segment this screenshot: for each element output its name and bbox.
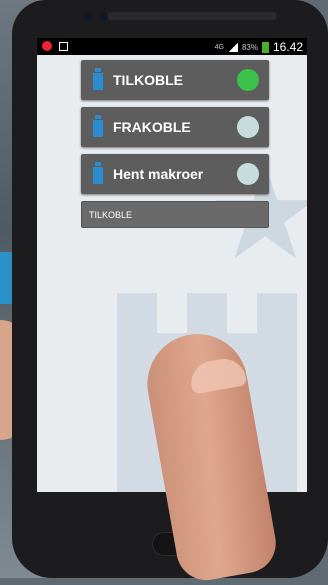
battery-icon [93,68,103,90]
disconnect-button-label: FRAKOBLE [113,119,191,135]
network-type: 4G [214,43,224,51]
fetch-macros-button[interactable]: Hent makroer [81,154,269,194]
fetch-macros-status-led [237,163,259,185]
fetch-macros-button-label: Hent makroer [113,166,204,182]
front-camera-icon [84,14,92,22]
connect-button[interactable]: TILKOBLE [81,60,269,100]
signal-icon [227,42,238,52]
battery-icon [93,115,103,137]
notification-icon [42,41,52,51]
status-field: TILKOBLE [81,201,269,228]
status-field-value: TILKOBLE [89,210,133,220]
battery-percent: 83% [241,42,258,52]
earpiece [107,12,277,20]
battery-icon [93,162,103,184]
disconnect-status-led [237,116,259,138]
sensor-icon [100,14,108,22]
media-icon [59,41,68,51]
clock: 16.42 [272,40,303,54]
status-bar: 4G 83% 16.42 [37,38,307,55]
connect-status-led [237,69,259,91]
battery-icon [261,41,269,53]
connect-button-label: TILKOBLE [113,72,183,88]
disconnect-button[interactable]: FRAKOBLE [81,107,269,147]
